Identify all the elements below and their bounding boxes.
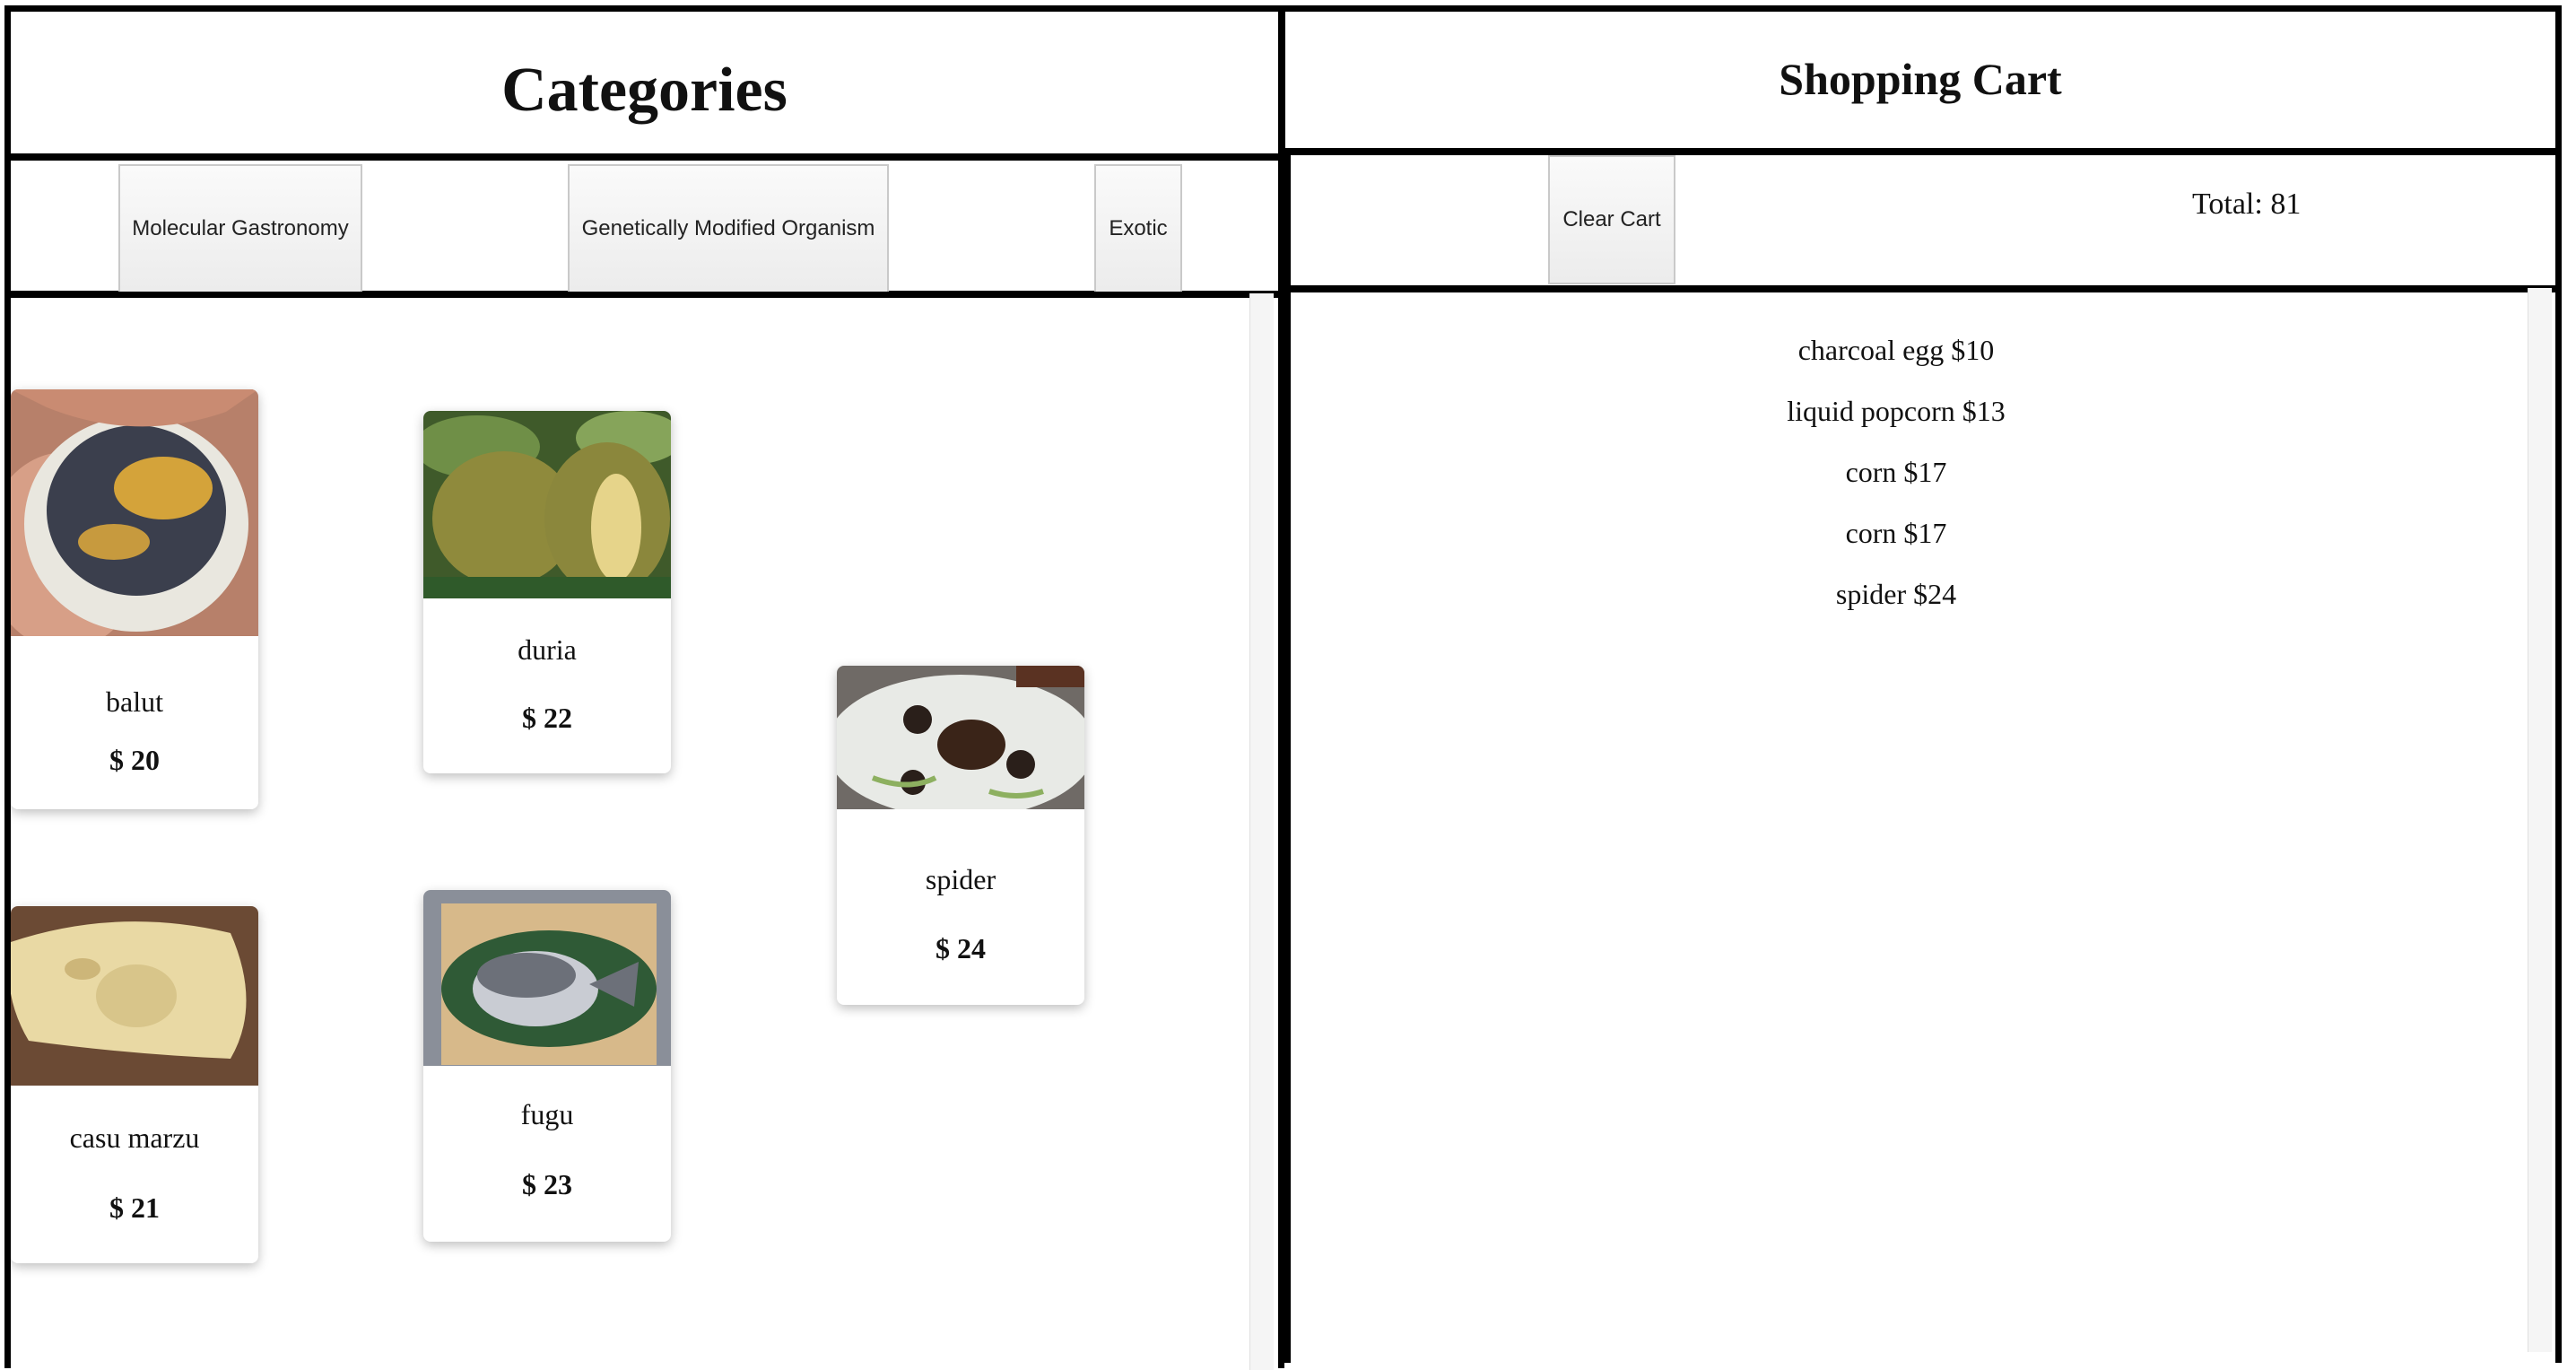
category-button-gmo[interactable]: Genetically Modified Organism bbox=[568, 164, 889, 293]
product-name: casu marzu bbox=[69, 1121, 200, 1154]
cart-item: corn $17 bbox=[1845, 517, 1947, 549]
casu-marzu-image bbox=[11, 906, 258, 1086]
fugu-image bbox=[423, 890, 671, 1066]
product-grid-scrollbar[interactable] bbox=[1249, 293, 1274, 1370]
product-name: spider bbox=[925, 863, 996, 895]
cart-controls: Clear Cart Total: 81 bbox=[1284, 149, 2562, 292]
shopping-cart-header: Shopping Cart bbox=[1279, 5, 2562, 154]
product-price: $ 21 bbox=[109, 1191, 160, 1224]
clear-cart-button[interactable]: Clear Cart bbox=[1548, 155, 1675, 284]
product-card-fugu[interactable]: fugu $ 23 bbox=[423, 890, 671, 1242]
cart-item: corn $17 bbox=[1845, 456, 1947, 488]
product-name: balut bbox=[106, 685, 163, 718]
cart-total: Total: 81 bbox=[2192, 188, 2302, 221]
product-price: $ 24 bbox=[936, 932, 986, 964]
cart-items-panel: charcoal egg $10 liquid popcorn $13 corn… bbox=[1284, 286, 2562, 1363]
cart-list-scrollbar[interactable] bbox=[2528, 288, 2552, 1352]
cart-item: charcoal egg $10 bbox=[1797, 334, 1995, 366]
product-card-duria[interactable]: duria $ 22 bbox=[423, 411, 671, 773]
cart-item-list: charcoal egg $10 liquid popcorn $13 corn… bbox=[1291, 319, 2502, 624]
category-button-exotic[interactable]: Exotic bbox=[1094, 164, 1182, 293]
product-card-spider[interactable]: spider $ 24 bbox=[837, 666, 1084, 1005]
product-card-casu-marzu[interactable]: casu marzu $ 21 bbox=[11, 906, 258, 1263]
product-price: $ 23 bbox=[522, 1168, 572, 1200]
categories-header: Categories bbox=[4, 5, 1284, 160]
cart-item: liquid popcorn $13 bbox=[1787, 395, 2006, 427]
product-card-balut[interactable]: balut $ 20 bbox=[11, 389, 258, 809]
balut-image bbox=[11, 389, 258, 636]
cart-item: spider $24 bbox=[1835, 578, 1957, 610]
categories-title: Categories bbox=[501, 56, 788, 125]
product-price: $ 20 bbox=[109, 744, 160, 776]
spider-dish-image bbox=[837, 666, 1084, 809]
shopping-cart-title: Shopping Cart bbox=[1779, 54, 2062, 104]
category-button-bar: Molecular Gastronomy Genetically Modifie… bbox=[4, 154, 1284, 297]
durian-image bbox=[423, 411, 671, 598]
product-name: fugu bbox=[520, 1098, 574, 1130]
category-button-molecular-gastronomy[interactable]: Molecular Gastronomy bbox=[118, 164, 362, 293]
product-name: duria bbox=[518, 633, 577, 666]
product-price: $ 22 bbox=[522, 702, 572, 734]
